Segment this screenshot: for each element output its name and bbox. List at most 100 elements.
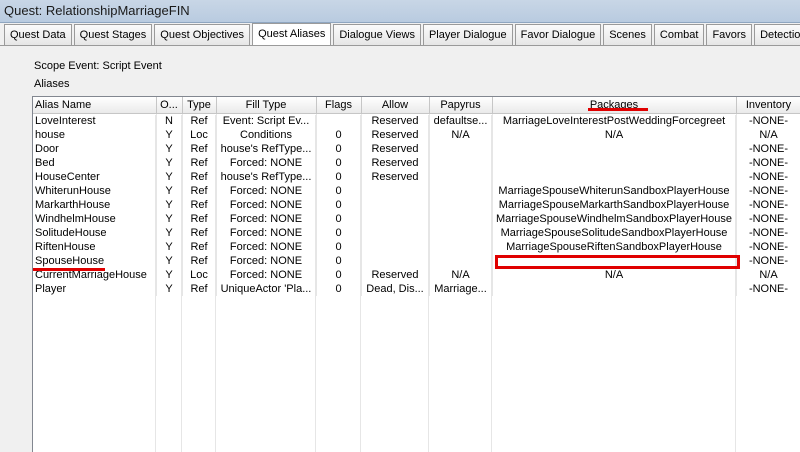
cell-flags: 0 xyxy=(316,254,362,268)
column-header-fill-type[interactable]: Fill Type xyxy=(216,97,317,114)
cell-alias-name: SolitudeHouse xyxy=(33,226,157,240)
cell-papyrus xyxy=(429,240,493,254)
cell-inventory: -NONE- xyxy=(736,184,800,198)
cell-packages xyxy=(492,156,737,170)
cell-fill-type: Forced: NONE xyxy=(216,226,317,240)
cell-allow xyxy=(361,212,430,226)
cell-type: Ref xyxy=(182,170,217,184)
quest-aliases-panel: Scope Event: Script Event Aliases Alias … xyxy=(0,45,800,452)
cell-allow: Reserved xyxy=(361,128,430,142)
cell-alias-name: SpouseHouse xyxy=(33,254,157,268)
column-header-allow[interactable]: Allow xyxy=(361,97,430,114)
table-row[interactable]: Door Y Ref house's RefType... 0 Reserved -NONE… xyxy=(33,142,800,156)
cell-allow: Reserved xyxy=(361,268,430,282)
cell-inventory: -NONE- xyxy=(736,240,800,254)
cell-packages: MarriageSpouseWhiterunSandboxPlayerHouse xyxy=(492,184,737,198)
cell-packages xyxy=(492,170,737,184)
cell-allow xyxy=(361,226,430,240)
cell-packages: MarriageLoveInterestPostWeddingForcegree… xyxy=(492,113,737,128)
tab-quest-aliases[interactable]: Quest Aliases xyxy=(252,23,332,46)
aliases-list[interactable]: Alias Name O... Type Fill Type Flags Allow Pap… xyxy=(32,96,800,452)
cell-optional: Y xyxy=(156,184,183,198)
cell-flags: 0 xyxy=(316,226,362,240)
table-row[interactable]: Player Y Ref UniqueActor 'Pla... 0 Dead, Dis.… xyxy=(33,282,800,296)
cell-flags: 0 xyxy=(316,156,362,170)
tab-favor-dialogue[interactable]: Favor Dialogue xyxy=(514,24,602,45)
cell-papyrus: Marriage... xyxy=(429,282,493,296)
cell-packages xyxy=(492,142,737,156)
cell-packages: N/A xyxy=(492,128,737,142)
column-header-packages[interactable]: Packages xyxy=(492,97,737,114)
cell-inventory: -NONE- xyxy=(736,113,800,128)
cell-optional: Y xyxy=(156,198,183,212)
tab-player-dialogue[interactable]: Player Dialogue xyxy=(422,24,513,45)
column-header-papyrus[interactable]: Papyrus xyxy=(429,97,493,114)
cell-inventory: N/A xyxy=(736,128,800,142)
cell-papyrus xyxy=(429,142,493,156)
tab-scenes[interactable]: Scenes xyxy=(603,24,652,45)
cell-optional: Y xyxy=(156,226,183,240)
tab-combat[interactable]: Combat xyxy=(653,24,705,45)
cell-fill-type: Forced: NONE xyxy=(216,198,317,212)
cell-allow: Reserved xyxy=(361,170,430,184)
column-grid-line xyxy=(181,115,182,452)
cell-alias-name: Bed xyxy=(33,156,157,170)
cell-allow: Dead, Dis... xyxy=(361,282,430,296)
cell-allow xyxy=(361,184,430,198)
tab-quest-stages[interactable]: Quest Stages xyxy=(73,24,153,45)
cell-optional: Y xyxy=(156,212,183,226)
cell-inventory: -NONE- xyxy=(736,226,800,240)
column-header-inventory[interactable]: Inventory xyxy=(736,97,800,114)
column-header-flags[interactable]: Flags xyxy=(316,97,362,114)
column-grid-line xyxy=(315,115,316,452)
table-row[interactable]: MarkarthHouse Y Ref Forced: NONE 0 MarriageSp… xyxy=(33,198,800,212)
cell-fill-type: Event: Script Ev... xyxy=(216,113,317,128)
window-title: Quest: RelationshipMarriageFIN xyxy=(4,3,190,18)
tab-quest-data[interactable]: Quest Data xyxy=(4,24,72,45)
tab-detection[interactable]: Detection xyxy=(754,24,800,45)
column-header-optional[interactable]: O... xyxy=(156,97,183,114)
table-row[interactable]: WindhelmHouse Y Ref Forced: NONE 0 MarriageSp… xyxy=(33,212,800,226)
cell-fill-type: Forced: NONE xyxy=(216,212,317,226)
cell-flags: 0 xyxy=(316,128,362,142)
column-header-alias-name[interactable]: Alias Name xyxy=(33,97,157,114)
cell-papyrus xyxy=(429,170,493,184)
table-row[interactable]: RiftenHouse Y Ref Forced: NONE 0 MarriageSpou… xyxy=(33,240,800,254)
column-grid-line xyxy=(428,115,429,452)
table-row[interactable]: HouseCenter Y Ref house's RefType... 0 Reserv… xyxy=(33,170,800,184)
cell-type: Ref xyxy=(182,142,217,156)
cell-inventory: -NONE- xyxy=(736,198,800,212)
table-row[interactable]: LoveInterest N Ref Event: Script Ev... Reser… xyxy=(33,113,800,128)
cell-packages: MarriageSpouseRiftenSandboxPlayerHouse xyxy=(492,240,737,254)
table-row[interactable]: Bed Y Ref Forced: NONE 0 Reserved -NONE- xyxy=(33,156,800,170)
table-row[interactable]: SolitudeHouse Y Ref Forced: NONE 0 MarriageSp… xyxy=(33,226,800,240)
column-grid-line xyxy=(360,115,361,452)
cell-type: Ref xyxy=(182,240,217,254)
table-row[interactable]: WhiterunHouse Y Ref Forced: NONE 0 MarriageSp… xyxy=(33,184,800,198)
tab-dialogue-views[interactable]: Dialogue Views xyxy=(333,24,421,45)
cell-optional: Y xyxy=(156,268,183,282)
cell-allow xyxy=(361,240,430,254)
cell-flags: 0 xyxy=(316,170,362,184)
cell-fill-type: Forced: NONE xyxy=(216,268,317,282)
cell-flags: 0 xyxy=(316,198,362,212)
cell-flags: 0 xyxy=(316,142,362,156)
tab-quest-objectives[interactable]: Quest Objectives xyxy=(154,24,251,45)
cell-alias-name: HouseCenter xyxy=(33,170,157,184)
table-row[interactable]: house Y Loc Conditions 0 Reserved N/A N/A N/A xyxy=(33,128,800,142)
cell-flags: 0 xyxy=(316,212,362,226)
cell-allow xyxy=(361,254,430,268)
cell-inventory: -NONE- xyxy=(736,282,800,296)
cell-type: Loc xyxy=(182,268,217,282)
cell-inventory: N/A xyxy=(736,268,800,282)
table-row[interactable]: CurrentMarriageHouse Y Loc Forced: NONE 0 Res… xyxy=(33,268,800,282)
cell-papyrus xyxy=(429,254,493,268)
cell-alias-name: Door xyxy=(33,142,157,156)
cell-type: Ref xyxy=(182,226,217,240)
tab-favors[interactable]: Favors xyxy=(706,24,753,45)
cell-packages xyxy=(492,282,737,296)
cell-fill-type: house's RefType... xyxy=(216,142,317,156)
column-header-type[interactable]: Type xyxy=(182,97,217,114)
cell-inventory: -NONE- xyxy=(736,212,800,226)
cell-inventory: -NONE- xyxy=(736,142,800,156)
